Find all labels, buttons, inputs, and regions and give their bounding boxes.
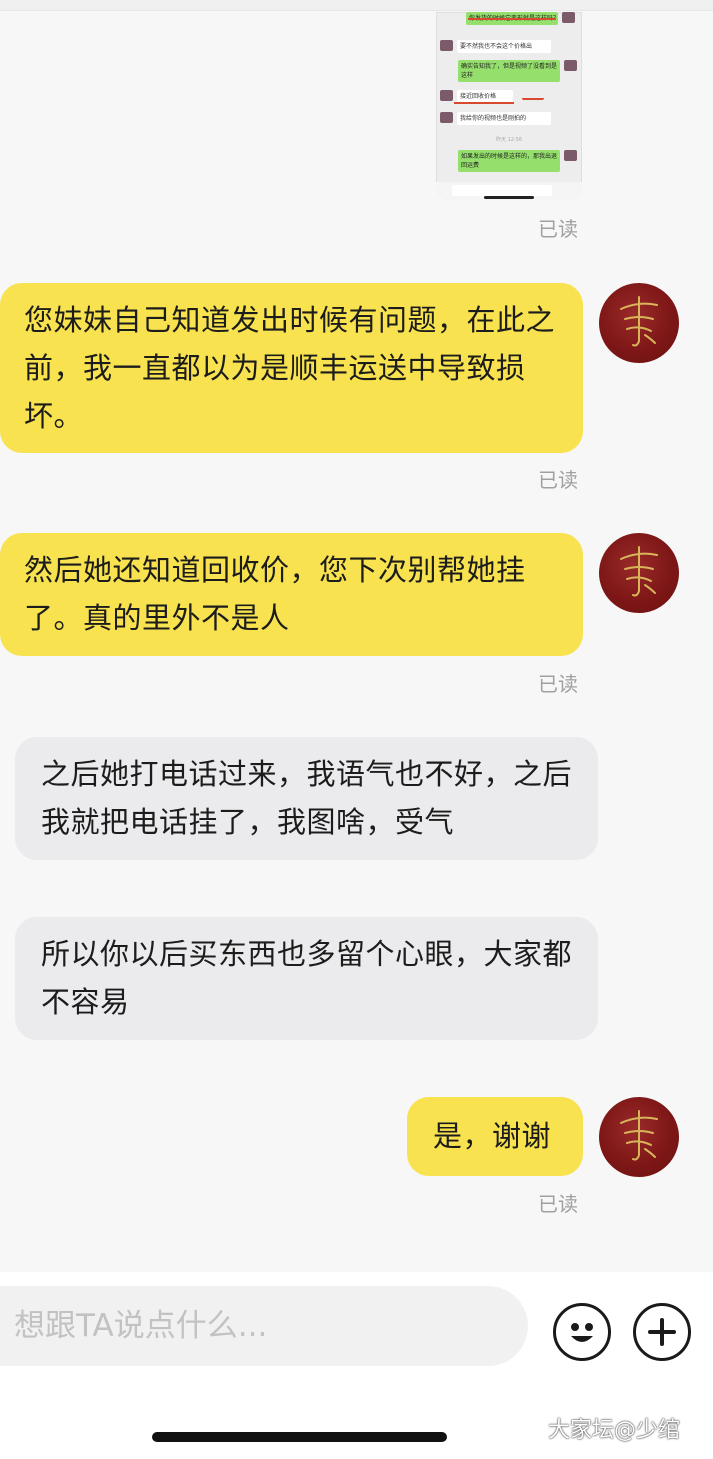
mini-avatar [440,112,453,123]
my-message-bubble[interactable]: 然后她还知道回收价，您下次别帮她挂了。真的里外不是人 [0,533,583,656]
calligraphy-logo-icon [620,546,658,597]
mini-bubble: 如果发出的时候是这样的，那我出退回运费 [458,150,560,172]
mini-row: 如果发出的时候是这样的，那我出退回运费 [458,150,577,172]
my-avatar[interactable] [599,533,679,613]
add-attachment-button[interactable] [633,1303,691,1361]
read-receipt: 已读 [538,468,578,492]
top-edge [0,0,713,11]
message-input[interactable] [0,1286,528,1366]
mini-row: 要不然我也不会这个价格出 [440,40,551,53]
red-scribble [522,98,544,100]
emoji-button[interactable] [553,1303,611,1361]
mini-avatar [440,90,453,101]
read-receipt: 已读 [538,1192,578,1216]
my-message-bubble[interactable]: 您妹妹自己知道发出时候有问题，在此之前，我一直都以为是顺丰运送中导致损坏。 [0,283,583,453]
red-scribble [454,102,514,104]
my-avatar[interactable] [599,1097,679,1177]
mini-avatar [440,40,453,51]
mini-row: 我给你的视频也是刚拍的 [440,112,551,125]
mini-avatar [564,150,577,161]
mini-timestamp: 昨天 12:56 [496,137,522,143]
mini-bubble: 要不然我也不会这个价格出 [457,40,551,53]
smiley-face-icon [571,1323,593,1342]
mini-bubble: 我给你的视频也是刚拍的 [457,112,551,125]
calligraphy-logo-icon [620,1110,658,1161]
image-message-screenshot[interactable]: 你发货的时候它变形就是这样吗？如果是的话，我出运费 要不然我也不会这个价格出 确… [436,12,582,200]
their-message-bubble[interactable]: 之后她打电话过来，我语气也不好，之后我就把电话挂了，我图啥，受气 [15,737,598,860]
my-avatar[interactable] [599,283,679,363]
watermark: 大家坛@少绾 [548,1418,681,1443]
mini-home-bar [484,196,534,199]
mini-avatar [562,12,575,23]
mini-row: 确实告知我了，但是视频了没看到是这样 [458,60,577,82]
mini-input-field [452,185,552,196]
plus-circle-icon [648,1318,676,1346]
home-indicator[interactable] [152,1432,447,1442]
calligraphy-logo-icon [620,296,658,347]
red-scribble [468,18,556,20]
read-receipt: 已读 [538,672,578,696]
mini-avatar [564,60,577,71]
their-message-bubble[interactable]: 所以你以后买东西也多留个心眼，大家都不容易 [15,917,598,1040]
read-receipt: 已读 [538,217,578,241]
mini-bubble: 确实告知我了，但是视频了没看到是这样 [458,60,560,82]
my-message-bubble[interactable]: 是，谢谢 [407,1097,583,1176]
